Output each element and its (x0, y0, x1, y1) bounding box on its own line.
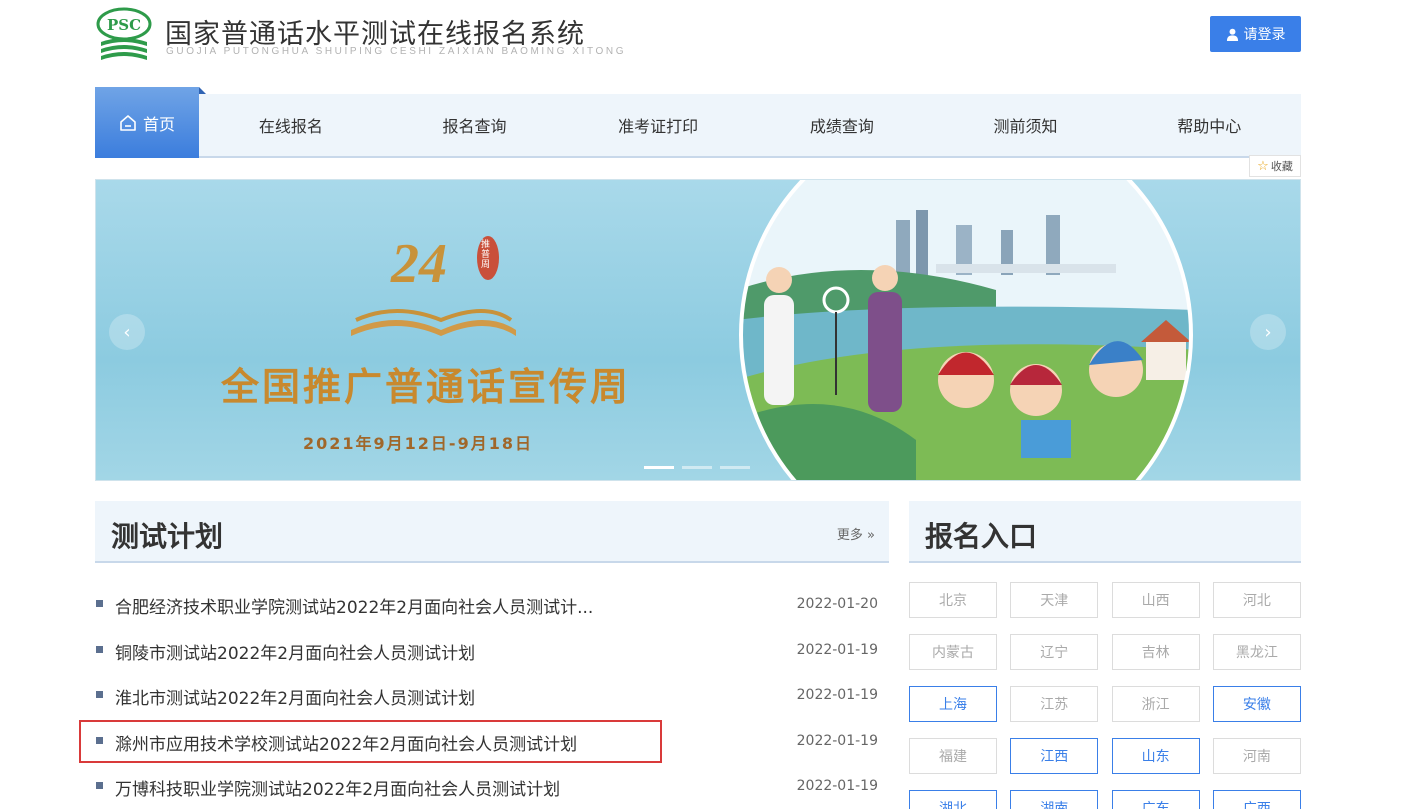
banner-illustration (351, 180, 1193, 480)
nav-home-label: 首页 (142, 114, 175, 134)
plan-date: 2022-01-19 (796, 641, 878, 658)
province-button[interactable]: 辽宁 (1010, 634, 1099, 670)
banner-indicator[interactable] (720, 466, 750, 469)
province-button[interactable]: 黑龙江 (1212, 634, 1301, 670)
more-link[interactable]: 更多 » (837, 524, 875, 543)
logo-text: PSC (107, 16, 141, 34)
nav-items: 在线报名 报名查询 准考证打印 成绩查询 测前须知 帮助中心 (199, 94, 1301, 156)
home-icon (120, 115, 136, 131)
banner-next-button[interactable]: › (1250, 314, 1286, 350)
site-subtitle: GUOJIA PUTONGHUA SHUIPING CESHI ZAIXIAN … (166, 46, 627, 57)
list-item[interactable]: 淮北市测试站2022年2月面向社会人员测试计划 2022-01-19 (95, 672, 889, 718)
plan-title[interactable]: 合肥经济技术职业学院测试站2022年2月面向社会人员测试计... (115, 593, 593, 618)
plan-title[interactable]: 万博科技职业学院测试站2022年2月面向社会人员测试计划 (115, 775, 560, 800)
login-label: 请登录 (1243, 27, 1286, 43)
bullet-icon (96, 645, 103, 653)
banner-indicators (644, 466, 750, 469)
chevron-right-icon: › (1264, 321, 1272, 343)
bullet-icon (96, 600, 103, 607)
banner-title: 全国推广普通话宣传周 (221, 364, 632, 409)
province-button[interactable]: 安徽 (1212, 686, 1301, 722)
bullet-icon (96, 691, 103, 698)
nav-home[interactable]: 首页 (95, 87, 206, 158)
province-button[interactable]: 河南 (1212, 738, 1301, 774)
plan-date: 2022-01-19 (796, 687, 878, 703)
favorite-button[interactable]: ☆ 收藏 (1249, 155, 1301, 177)
login-button[interactable]: 请登录 (1210, 16, 1301, 52)
test-plan-title: 测试计划 (111, 520, 224, 553)
list-item[interactable]: 铜陵市测试站2022年2月面向社会人员测试计划 2022-01-19 (95, 627, 889, 673)
nav-item-help-center[interactable]: 帮助中心 (1117, 94, 1301, 156)
highlight-box (79, 720, 662, 763)
province-button[interactable]: 江西 (1010, 738, 1099, 774)
province-grid: 北京 天津 山西 河北内蒙古 辽宁 吉林 黑龙江上海 江苏 浙江 安徽福建 江西 山东 河南湖北 湖南 广东… (909, 582, 1301, 809)
province-button[interactable]: 天津 (1010, 582, 1099, 618)
banner-indicator[interactable] (682, 466, 712, 469)
province-button[interactable]: 江苏 (1010, 686, 1099, 722)
plan-date: 2022-01-19 (796, 778, 878, 794)
province-button[interactable]: 湖南 (1010, 790, 1099, 809)
registration-title: 报名入口 (925, 520, 1038, 553)
registration-panel: 报名入口 北京 天津 山西 河北内蒙古 辽宁 吉林 黑龙江上海 江苏 浙江 安徽福建 江西 山东 河南湖… (909, 501, 1301, 809)
province-button[interactable]: 广东 (1111, 790, 1200, 809)
banner-badge: 推普周 (481, 240, 491, 270)
province-button[interactable]: 山西 (1111, 582, 1200, 618)
province-button[interactable]: 广西 (1212, 790, 1301, 809)
test-plan-header: 测试计划 更多 » (95, 501, 889, 563)
banner-date: 2021年9月12日-9月18日 (303, 434, 533, 453)
bullet-icon (96, 782, 103, 789)
site-header: PSC 国家普通话水平测试在线报名系统 GUOJIA PUTONGHUA SHU… (95, 6, 1301, 66)
nav-item-online-registration[interactable]: 在线报名 (199, 94, 383, 156)
banner-carousel[interactable]: 24 推普周 全国推广普通话宣传周 2021年9月12日-9月18日 ‹ › (95, 179, 1301, 481)
plan-title[interactable]: 铜陵市测试站2022年2月面向社会人员测试计划 (115, 639, 475, 664)
star-icon: ☆ (1257, 158, 1269, 174)
province-button[interactable]: 福建 (909, 738, 997, 774)
plan-date: 2022-01-19 (796, 732, 878, 749)
main-nav: 首页 在线报名 报名查询 准考证打印 成绩查询 测前须知 帮助中心 (95, 87, 1301, 158)
list-item[interactable]: 万博科技职业学院测试站2022年2月面向社会人员测试计划 2022-01-19 (95, 763, 889, 809)
banner-indicator[interactable] (644, 466, 674, 469)
user-icon (1226, 28, 1238, 41)
province-button[interactable]: 北京 (909, 582, 997, 618)
test-plan-list: 合肥经济技术职业学院测试站2022年2月面向社会人员测试计... 2022-01… (95, 581, 889, 809)
plan-title[interactable]: 淮北市测试站2022年2月面向社会人员测试计划 (115, 684, 475, 709)
province-button[interactable]: 上海 (909, 686, 997, 722)
plan-date: 2022-01-20 (796, 596, 878, 612)
banner-prev-button[interactable]: ‹ (109, 314, 145, 350)
province-button[interactable]: 湖北 (909, 790, 997, 809)
list-item[interactable]: 合肥经济技术职业学院测试站2022年2月面向社会人员测试计... 2022-01… (95, 581, 889, 627)
nav-item-pretest-notice[interactable]: 测前须知 (934, 94, 1118, 156)
nav-item-score-query[interactable]: 成绩查询 (750, 94, 934, 156)
province-button[interactable]: 山东 (1111, 738, 1200, 774)
nav-item-admission-ticket[interactable]: 准考证打印 (566, 94, 750, 156)
province-button[interactable]: 吉林 (1111, 634, 1200, 670)
nav-item-registration-query[interactable]: 报名查询 (383, 94, 567, 156)
province-button[interactable]: 内蒙古 (909, 634, 997, 670)
province-button[interactable]: 浙江 (1111, 686, 1200, 722)
registration-header: 报名入口 (909, 501, 1301, 563)
chevron-left-icon: ‹ (123, 321, 131, 343)
favorite-label: 收藏 (1270, 160, 1293, 173)
banner-week-number: 24 (391, 233, 447, 295)
province-button[interactable]: 河北 (1212, 582, 1301, 618)
psc-logo[interactable]: PSC (95, 6, 153, 62)
